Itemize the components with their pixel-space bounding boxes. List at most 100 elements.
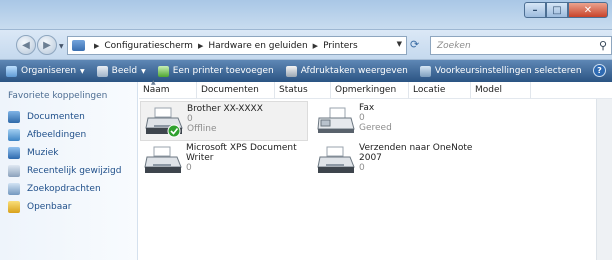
print-queue-icon — [285, 65, 297, 77]
fav-link-label: Documenten — [27, 112, 85, 122]
view-icon — [96, 65, 108, 77]
breadcrumb-chevron-icon[interactable]: ▶ — [198, 42, 203, 50]
fav-link-public[interactable]: Openbaar — [8, 198, 121, 216]
fav-link-pictures[interactable]: Afbeeldingen — [8, 126, 121, 144]
back-arrow-icon: ◀ — [22, 39, 30, 51]
add-printer-label: Een printer toevoegen — [172, 66, 274, 76]
column-header-documents[interactable]: Documenten — [197, 81, 275, 99]
printer-icon — [145, 107, 183, 138]
printer-name-line1: Microsoft XPS Document — [186, 143, 297, 153]
printer-name-line2: Writer — [186, 153, 214, 163]
command-toolbar: Organiseren ▼ Beeld ▼ Een printer toevoe… — [0, 60, 612, 82]
vertical-scrollbar[interactable] — [596, 99, 612, 260]
preferences-label: Voorkeursinstellingen selecteren — [434, 66, 582, 76]
documents-icon — [8, 111, 20, 123]
refresh-icon[interactable]: ⟳ — [410, 38, 419, 51]
printer-details: Brother XX-XXXX 0 Offline — [187, 104, 263, 134]
printer-documents: 0 — [187, 114, 193, 124]
fav-link-recent[interactable]: Recentelijk gewijzigd — [8, 162, 121, 180]
recent-pages-dropdown[interactable]: ▼ — [59, 43, 64, 50]
printer-details: Verzenden naar OneNote 2007 0 — [359, 143, 472, 173]
fax-icon — [317, 107, 355, 133]
column-header-label: Locatie — [413, 85, 446, 95]
breadcrumb-chevron-icon[interactable]: ▶ — [313, 42, 318, 50]
sort-ascending-icon: ▲ — [151, 78, 156, 86]
column-header-label: Opmerkingen — [335, 85, 397, 95]
pictures-icon — [8, 129, 20, 141]
printer-list: Brother XX-XXXX 0 Offline Fax 0 Gereed M… — [139, 99, 595, 260]
add-printer-icon — [157, 65, 169, 77]
public-folder-icon — [8, 201, 20, 213]
breadcrumb: ▶ Configuratiescherm ▶ Hardware en gelui… — [89, 41, 358, 51]
breadcrumb-control-panel[interactable]: Configuratiescherm — [104, 41, 193, 51]
fav-link-label: Zoekopdrachten — [27, 184, 101, 194]
print-queue-button[interactable]: Afdruktaken weergeven — [280, 60, 414, 82]
printer-documents: 0 — [186, 163, 192, 173]
navigation-pane: Favoriete koppelingen Documenten Afbeeld… — [0, 82, 138, 260]
close-button[interactable]: ✕ — [568, 2, 608, 18]
chevron-down-icon: ▼ — [141, 67, 146, 75]
printer-status: Gereed — [359, 123, 392, 133]
printer-details: Microsoft XPS Document Writer 0 — [186, 143, 297, 173]
chevron-down-icon: ▼ — [80, 67, 85, 75]
music-icon — [8, 147, 20, 159]
search-placeholder: Zoeken — [437, 40, 471, 51]
maximize-button[interactable]: □ — [546, 2, 568, 18]
printer-documents: 0 — [359, 163, 365, 173]
fav-link-label: Openbaar — [27, 202, 72, 212]
printer-name-line1: Verzenden naar OneNote — [359, 143, 473, 153]
column-header-name[interactable]: ▲ Naam — [139, 78, 197, 99]
fav-link-searches[interactable]: Zoekopdrachten — [8, 180, 121, 198]
preferences-icon — [419, 65, 431, 77]
printer-item-fax[interactable]: Fax 0 Gereed — [313, 101, 481, 141]
printer-name: Fax — [359, 103, 375, 113]
printer-icon — [317, 146, 355, 173]
title-bar: – □ ✕ — [0, 0, 612, 30]
printer-details: Fax 0 Gereed — [359, 103, 392, 133]
view-label: Beeld — [111, 66, 138, 76]
breadcrumb-printers[interactable]: Printers — [323, 41, 358, 51]
column-header-model[interactable]: Model — [471, 81, 531, 99]
column-header-label: Naam — [143, 85, 170, 95]
help-icon[interactable]: ? — [593, 64, 606, 77]
printer-name: Brother XX-XXXX — [187, 104, 263, 114]
organize-icon — [6, 65, 17, 77]
breadcrumb-hardware-sound[interactable]: Hardware en geluiden — [208, 41, 307, 51]
add-printer-button[interactable]: Een printer toevoegen — [152, 60, 280, 82]
default-check-icon — [167, 124, 181, 138]
organize-label: Organiseren — [21, 66, 77, 76]
fav-link-label: Muziek — [27, 148, 59, 158]
window-controls: – □ ✕ — [524, 2, 608, 18]
printer-item-xps-writer[interactable]: Microsoft XPS Document Writer 0 — [140, 141, 308, 181]
printer-item-onenote[interactable]: Verzenden naar OneNote 2007 0 — [313, 141, 481, 181]
column-header-remarks[interactable]: Opmerkingen — [331, 81, 409, 99]
column-header-label: Status — [279, 85, 308, 95]
preferences-button[interactable]: Voorkeursinstellingen selecteren — [414, 60, 588, 82]
search-input[interactable]: Zoeken ⚲ — [430, 36, 612, 55]
forward-arrow-icon: ▶ — [43, 39, 51, 51]
print-queue-label: Afdruktaken weergeven — [300, 66, 408, 76]
control-panel-icon — [72, 40, 85, 51]
breadcrumb-chevron-icon[interactable]: ▶ — [94, 42, 99, 50]
back-button[interactable]: ◀ — [16, 35, 36, 55]
favorite-links-heading: Favoriete koppelingen — [8, 91, 108, 101]
view-button[interactable]: Beeld ▼ — [91, 60, 152, 82]
searches-icon — [8, 183, 20, 195]
minimize-button[interactable]: – — [524, 2, 546, 18]
recent-icon — [8, 165, 20, 177]
column-header-location[interactable]: Locatie — [409, 81, 471, 99]
address-row: ◀ ▶ ▼ ▶ Configuratiescherm ▶ Hardware en… — [0, 30, 612, 60]
printer-icon — [144, 146, 182, 173]
search-icon[interactable]: ⚲ — [599, 39, 607, 52]
fav-link-music[interactable]: Muziek — [8, 144, 121, 162]
forward-button[interactable]: ▶ — [37, 35, 57, 55]
organize-button[interactable]: Organiseren ▼ — [0, 60, 91, 82]
fav-link-label: Recentelijk gewijzigd — [27, 166, 122, 176]
column-header-status[interactable]: Status — [275, 81, 331, 99]
printer-documents: 0 — [359, 113, 365, 123]
address-dropdown-icon[interactable]: ▼ — [397, 40, 402, 48]
address-bar[interactable]: ▶ Configuratiescherm ▶ Hardware en gelui… — [67, 36, 407, 55]
fav-link-label: Afbeeldingen — [27, 130, 87, 140]
fav-link-documents[interactable]: Documenten — [8, 108, 121, 126]
printer-item-brother[interactable]: Brother XX-XXXX 0 Offline — [140, 101, 308, 141]
